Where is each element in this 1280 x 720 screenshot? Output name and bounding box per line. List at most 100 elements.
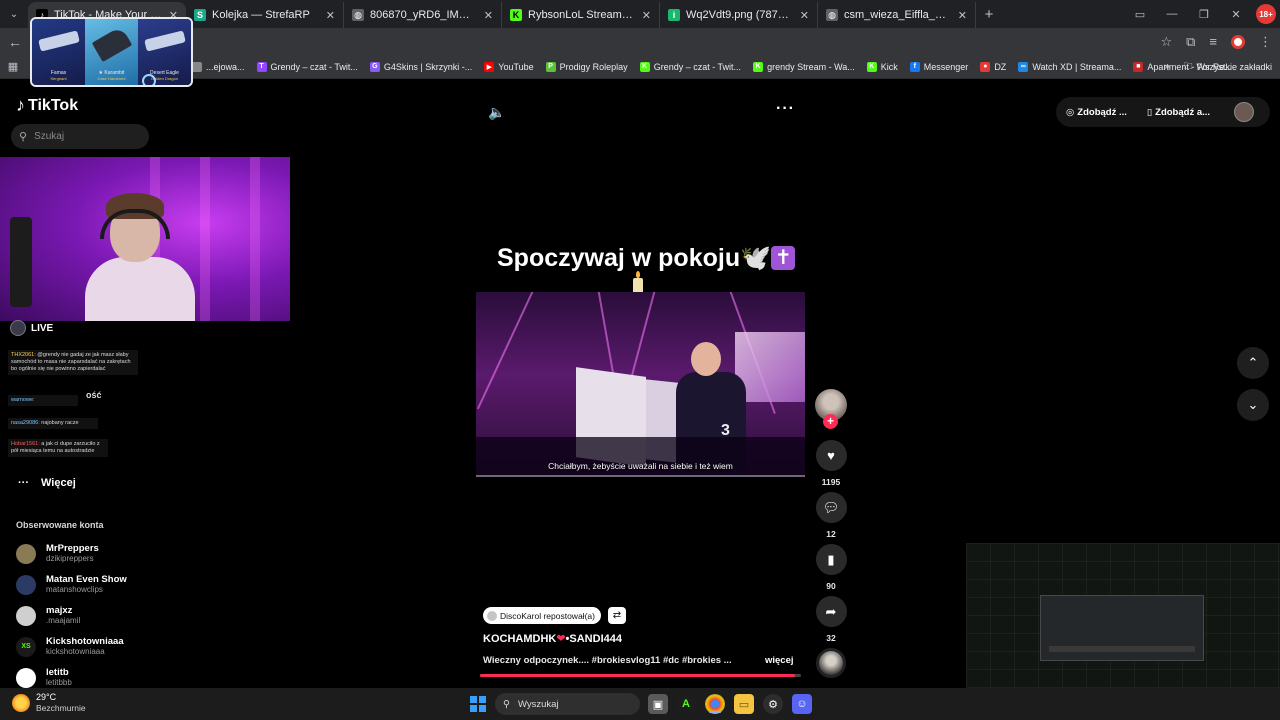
app-icon[interactable]: A bbox=[676, 694, 696, 714]
bookmark-favicon-icon: G bbox=[369, 61, 380, 72]
search-input[interactable]: ⚲ Szukaj bbox=[11, 124, 149, 149]
bookmark-icon[interactable]: ▮ bbox=[815, 544, 847, 575]
heart-icon[interactable]: ♥ bbox=[815, 440, 847, 471]
post-progress-bar[interactable] bbox=[480, 674, 801, 677]
like-action[interactable]: ♥ 1195 bbox=[815, 440, 847, 487]
bookmark-favicon-icon: ● bbox=[980, 61, 991, 72]
extensions-icon[interactable]: ⧉ bbox=[1186, 34, 1195, 50]
minimize-button[interactable]: — bbox=[1156, 8, 1188, 20]
close-tab-icon[interactable]: ✕ bbox=[642, 9, 651, 22]
windows-start-icon[interactable] bbox=[470, 696, 486, 712]
profile-avatar[interactable] bbox=[1231, 34, 1245, 49]
account-avatar bbox=[16, 667, 36, 688]
bookmark-item[interactable]: ∞ Watch XD | Streama... bbox=[1012, 61, 1127, 72]
browser-tab[interactable]: ◍ csm_wieza_Eiffla_Rybniki_fot.M... ✕ bbox=[818, 2, 976, 28]
browser-tab[interactable]: K RybsonLoL Stream - Watch Live... ✕ bbox=[502, 2, 660, 28]
followed-account[interactable]: XS Kickshotowniaaa kickshotowniaaa bbox=[16, 636, 124, 657]
user-avatar[interactable] bbox=[1234, 102, 1254, 122]
followed-account[interactable]: letitb letitbbb bbox=[16, 667, 72, 688]
bookmark-item[interactable]: P Prodigy Roleplay bbox=[540, 61, 634, 72]
account-name: Kickshotowniaaa bbox=[46, 636, 124, 647]
bookmark-favicon-icon: ▶ bbox=[484, 61, 495, 72]
repost-icon[interactable]: ⇄ bbox=[608, 607, 626, 624]
chrome-icon[interactable] bbox=[705, 694, 725, 714]
save-action[interactable]: ▮ 90 bbox=[815, 544, 847, 591]
more-menu-item[interactable]: ··· Więcej bbox=[18, 477, 76, 489]
browser-tab[interactable]: S Kolejka — StrefaRP ✕ bbox=[186, 2, 344, 28]
strefarp-icon: S bbox=[194, 9, 206, 21]
bookmark-label: DZ bbox=[994, 61, 1007, 72]
video-seek-bar[interactable] bbox=[476, 475, 805, 477]
discord-icon[interactable]: ☺ bbox=[792, 694, 812, 714]
tiktok-wordmark: TikTok bbox=[28, 96, 79, 114]
browser-menu-icon[interactable]: ⋮ bbox=[1259, 34, 1272, 50]
get-coins-button[interactable]: ◎ Zdobądź ... bbox=[1066, 107, 1127, 118]
share-action[interactable]: ➦ 32 bbox=[815, 596, 847, 643]
bookmark-item[interactable]: T Grendy – czat - Twit... bbox=[251, 61, 364, 72]
bookmark-item[interactable]: ...ejowa... bbox=[186, 61, 251, 72]
bookmark-item[interactable]: f Messenger bbox=[904, 61, 975, 72]
bookmarks-overflow-icon[interactable]: » bbox=[1164, 61, 1170, 73]
file-explorer-icon[interactable]: ▭ bbox=[734, 694, 754, 714]
volume-icon[interactable]: 🔈 bbox=[488, 104, 505, 121]
bookmark-star-icon[interactable]: ☆ bbox=[1160, 34, 1172, 50]
video-player[interactable]: 3 Chciałbym, żebyście uważali na siebie … bbox=[476, 292, 805, 477]
heart-emoji: ❤ bbox=[556, 633, 566, 645]
apps-icon[interactable]: ▦ bbox=[0, 60, 26, 73]
close-window-button[interactable]: ✕ bbox=[1220, 8, 1252, 21]
taskbar-search-input[interactable]: ⚲ Wyszukaj bbox=[495, 693, 640, 715]
browser-tab[interactable]: ◍ 806870_yRD6_IMG_3383_C120... ✕ bbox=[344, 2, 502, 28]
post-author[interactable]: KOCHAMDHK❤•SANDI444 bbox=[483, 632, 622, 645]
chat-user: warnowe: bbox=[11, 397, 35, 403]
cast-icon[interactable]: ▭ bbox=[1124, 8, 1156, 21]
bookmark-item[interactable]: ▶ YouTube bbox=[478, 61, 539, 72]
next-video-button[interactable]: ⌄ bbox=[1237, 389, 1269, 421]
account-avatar bbox=[16, 574, 36, 595]
get-app-button[interactable]: ▯ Zdobądź a... bbox=[1147, 107, 1210, 118]
bookmark-item[interactable]: Kgrendy Stream - Wa... bbox=[747, 61, 861, 72]
close-tab-icon[interactable]: ✕ bbox=[800, 9, 809, 22]
see-more-link[interactable]: więcej bbox=[765, 655, 794, 666]
bookmark-item[interactable]: ● DZ bbox=[974, 61, 1012, 72]
tab-title: Kolejka — StrefaRP bbox=[212, 9, 310, 21]
music-disc-avatar[interactable] bbox=[816, 648, 846, 678]
all-bookmarks-label: Wszystkie zakładki bbox=[1196, 61, 1272, 72]
crowd bbox=[476, 437, 805, 477]
share-icon[interactable]: ➦ bbox=[815, 596, 847, 627]
video-options-icon[interactable]: ··· bbox=[776, 100, 795, 118]
account-avatar bbox=[16, 605, 36, 626]
bookmark-item[interactable]: K Kick bbox=[861, 61, 904, 72]
bookmark-item[interactable]: G G4Skins | Skrzynki -... bbox=[364, 61, 478, 72]
follow-plus-button[interactable]: + bbox=[823, 414, 838, 429]
all-bookmarks-folder[interactable]: 🗀 Wszystkie zakładki bbox=[1183, 59, 1272, 75]
stage-light bbox=[476, 292, 538, 410]
profile-badge[interactable]: 18+ bbox=[1256, 4, 1276, 24]
close-tab-icon[interactable]: ✕ bbox=[484, 9, 493, 22]
weather-widget[interactable]: 29°C Bezchmurnie bbox=[12, 692, 86, 714]
back-button[interactable]: ← bbox=[0, 34, 30, 50]
chat-message: warnowe: bbox=[8, 395, 78, 406]
new-tab-button[interactable]: + bbox=[976, 6, 1002, 23]
followed-account[interactable]: majxz .maajamil bbox=[16, 605, 80, 626]
more-label: Więcej bbox=[41, 477, 76, 489]
tiktok-logo[interactable]: ♪ TikTok bbox=[16, 95, 78, 116]
headline-text: Spoczywaj w pokoju🕊️ bbox=[497, 244, 772, 272]
live-indicator: LIVE bbox=[10, 320, 53, 336]
comment-action[interactable]: 💬︎ 12 bbox=[815, 492, 847, 539]
overlap-text: ość bbox=[86, 390, 102, 400]
bookmark-item[interactable]: K Grendy – czat - Twit... bbox=[634, 61, 747, 72]
reading-list-icon[interactable]: ≡ bbox=[1209, 34, 1217, 49]
close-tab-icon[interactable]: ✕ bbox=[326, 9, 335, 22]
followed-account[interactable]: Matan Even Show matanshowclips bbox=[16, 574, 127, 595]
maximize-button[interactable]: ❐ bbox=[1188, 8, 1220, 21]
repost-badge[interactable]: DiscoKarol repostował(a) bbox=[483, 607, 601, 624]
comment-count: 12 bbox=[826, 529, 836, 539]
comment-icon[interactable]: 💬︎ bbox=[815, 492, 847, 523]
close-tab-icon[interactable]: ✕ bbox=[958, 9, 967, 22]
followed-account[interactable]: MrPreppers dzikipreppers bbox=[16, 543, 99, 564]
steam-icon[interactable]: ⚙ bbox=[763, 694, 783, 714]
task-view-icon[interactable]: ▣ bbox=[648, 694, 668, 714]
browser-tab[interactable]: i Wq2Vdt9.png (787×451) ✕ bbox=[660, 2, 818, 28]
tab-search-button[interactable]: ⌄ bbox=[0, 0, 28, 28]
previous-video-button[interactable]: ⌃ bbox=[1237, 347, 1269, 379]
